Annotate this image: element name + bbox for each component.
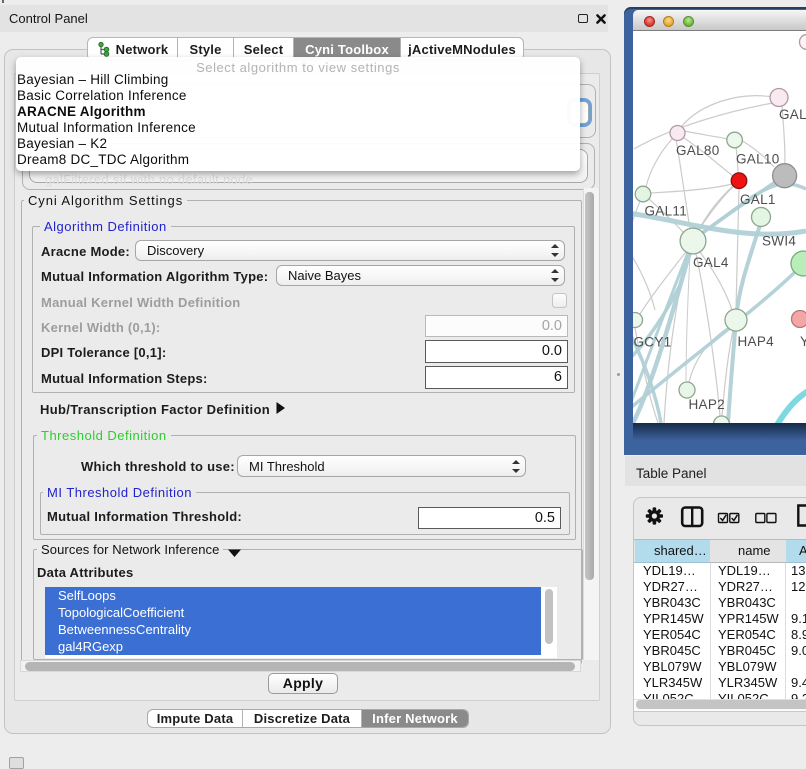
svg-text:GAL11: GAL11: [645, 204, 688, 219]
svg-text:SWI4: SWI4: [762, 234, 796, 249]
svg-text:GAL2: GAL2: [779, 107, 806, 122]
svg-text:GAL1: GAL1: [740, 192, 776, 207]
svg-text:GAL10: GAL10: [736, 152, 780, 167]
svg-text:HAP4: HAP4: [738, 334, 775, 349]
svg-text:GAL4: GAL4: [693, 255, 729, 270]
svg-text:HAP2: HAP2: [689, 397, 725, 412]
svg-text:GAL80: GAL80: [676, 143, 720, 158]
svg-text:YJ: YJ: [800, 334, 806, 349]
svg-text:GCY1: GCY1: [634, 335, 672, 350]
